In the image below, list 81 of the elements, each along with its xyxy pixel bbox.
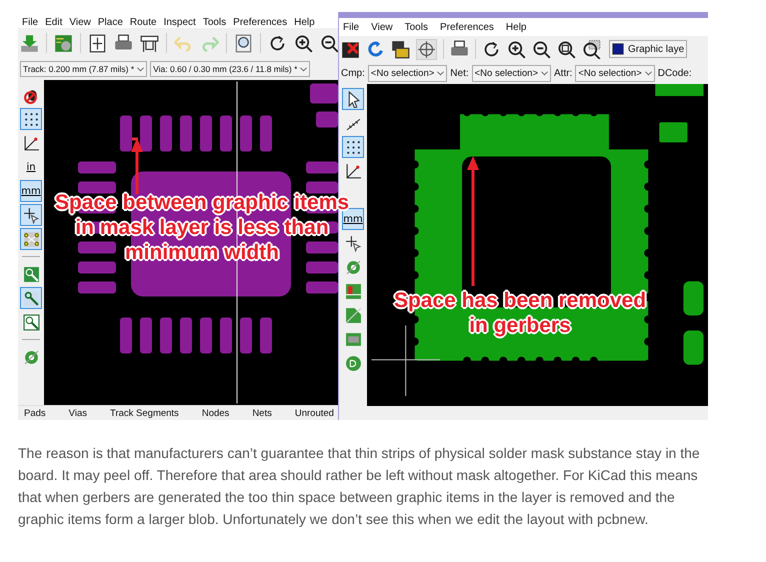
menu-item[interactable]: View xyxy=(69,17,91,28)
tool-toggle-button[interactable] xyxy=(342,88,364,110)
tool-toggle-button[interactable]: mm xyxy=(20,180,42,202)
layer-color-icon xyxy=(612,43,624,55)
status-column-label: Nodes xyxy=(202,408,230,418)
tool-toggle-button[interactable] xyxy=(20,287,42,309)
body-paragraph: The reason is that manufacturers can’t guarantee that thin strips of physical solder mask substance stay in the board. It may peel off. Therefore that area should rather be left without mask altogether. For KiCad this means that when gerbers are generated the too thin space between graphic items in the layer is removed and the graphic items form a larger blob. Unfortunately we don’t see this when we edit the layout with pcbnew. xyxy=(18,444,701,529)
status-column-label: Unrouted xyxy=(294,408,334,418)
tool-toggle-button[interactable] xyxy=(342,136,364,158)
ratsnest-icon xyxy=(22,230,40,248)
crosshair-icon[interactable] xyxy=(416,38,437,60)
tool-toggle-button[interactable]: mm xyxy=(342,208,364,230)
filter-label: Cmp: xyxy=(341,68,365,78)
outline-icon xyxy=(22,314,40,330)
via-size-dropdown[interactable]: Via: 0.60 / 0.30 mm (23.6 / 11.8 mils) * xyxy=(150,61,310,77)
via-icon xyxy=(344,258,362,276)
filter-dropdown[interactable]: <No selection> xyxy=(472,64,551,82)
menu-item[interactable]: Route xyxy=(130,17,157,28)
menu-item[interactable]: Help xyxy=(294,17,315,28)
menu-item[interactable]: Preferences xyxy=(440,22,494,32)
polar-coordinates-icon xyxy=(22,134,40,152)
flashed-pad-icon xyxy=(344,282,362,300)
menu-item[interactable]: Tools xyxy=(404,22,428,32)
filter-label: DCode: xyxy=(658,68,692,78)
menu-item[interactable]: Place xyxy=(98,17,123,28)
menu-item[interactable]: File xyxy=(22,17,38,28)
menu-item[interactable]: File xyxy=(343,22,360,32)
download-icon[interactable] xyxy=(20,34,39,52)
zoom-out-icon[interactable] xyxy=(320,34,338,52)
status-column-label: Vias xyxy=(68,408,87,418)
menu-item[interactable]: Preferences xyxy=(233,17,288,28)
menu-item[interactable]: Help xyxy=(506,22,526,32)
grid-icon xyxy=(344,138,362,156)
filter-label: Attr: xyxy=(554,68,572,78)
annotation-arrow xyxy=(130,138,144,194)
menu-item[interactable]: View xyxy=(371,22,393,32)
polygon-icon xyxy=(344,306,362,324)
track-width-dropdown[interactable]: Track: 0.200 mm (7.87 mils) * xyxy=(20,61,148,77)
filter-dropdown[interactable]: <No selection> xyxy=(575,64,655,82)
zoom-fit-icon[interactable] xyxy=(557,40,576,58)
zoom-in-icon[interactable] xyxy=(507,40,526,58)
negative-layer-icon xyxy=(344,330,362,348)
status-column-label: Track Segments xyxy=(110,408,179,418)
crosshair-cursor-icon xyxy=(344,234,362,252)
crosshair-cursor-icon xyxy=(22,206,40,224)
tool-toggle-button[interactable] xyxy=(20,228,42,250)
via-icon xyxy=(22,348,40,366)
layer-name: Graphic laye xyxy=(628,44,684,54)
menu-item[interactable]: Edit xyxy=(45,17,62,28)
chevron-down-icon xyxy=(137,66,144,72)
refresh-icon[interactable] xyxy=(482,40,501,58)
tool-toggle-button[interactable]: in xyxy=(20,156,42,178)
chevron-down-icon xyxy=(644,70,652,76)
folder-icon[interactable] xyxy=(391,40,410,58)
tool-toggle-button[interactable] xyxy=(20,204,42,226)
board-with-x-icon[interactable] xyxy=(341,40,360,58)
circuit-board-icon[interactable] xyxy=(54,34,73,52)
refresh-icon[interactable] xyxy=(268,34,287,52)
find-icon[interactable] xyxy=(234,34,253,52)
menu-item[interactable]: Inspect xyxy=(164,17,196,28)
dcode-icon xyxy=(344,354,362,372)
layer-dropdown[interactable]: Graphic laye xyxy=(609,40,688,58)
zoom-out-icon[interactable] xyxy=(532,40,551,58)
status-column-label: Nets xyxy=(252,408,272,418)
reload-icon[interactable] xyxy=(366,40,385,58)
zoom-selection-icon[interactable] xyxy=(582,40,601,58)
zoom-in-icon[interactable] xyxy=(294,34,313,52)
polar-coordinates-icon xyxy=(344,162,362,180)
chevron-down-icon xyxy=(300,66,308,72)
printer-icon[interactable] xyxy=(114,34,133,52)
chevron-down-icon xyxy=(437,70,444,76)
plotter-icon[interactable] xyxy=(140,34,159,52)
chevron-down-icon xyxy=(541,70,548,76)
tool-toggle-button[interactable] xyxy=(20,108,42,130)
menu-item[interactable]: Tools xyxy=(202,17,226,28)
filter-label: Net: xyxy=(450,68,469,78)
filter-dropdown[interactable]: <No selection> xyxy=(368,64,448,82)
status-column-label: Pads xyxy=(24,408,46,418)
page-settings-icon[interactable] xyxy=(88,34,107,52)
printer-icon[interactable] xyxy=(450,40,469,58)
grid-icon xyxy=(22,110,40,128)
